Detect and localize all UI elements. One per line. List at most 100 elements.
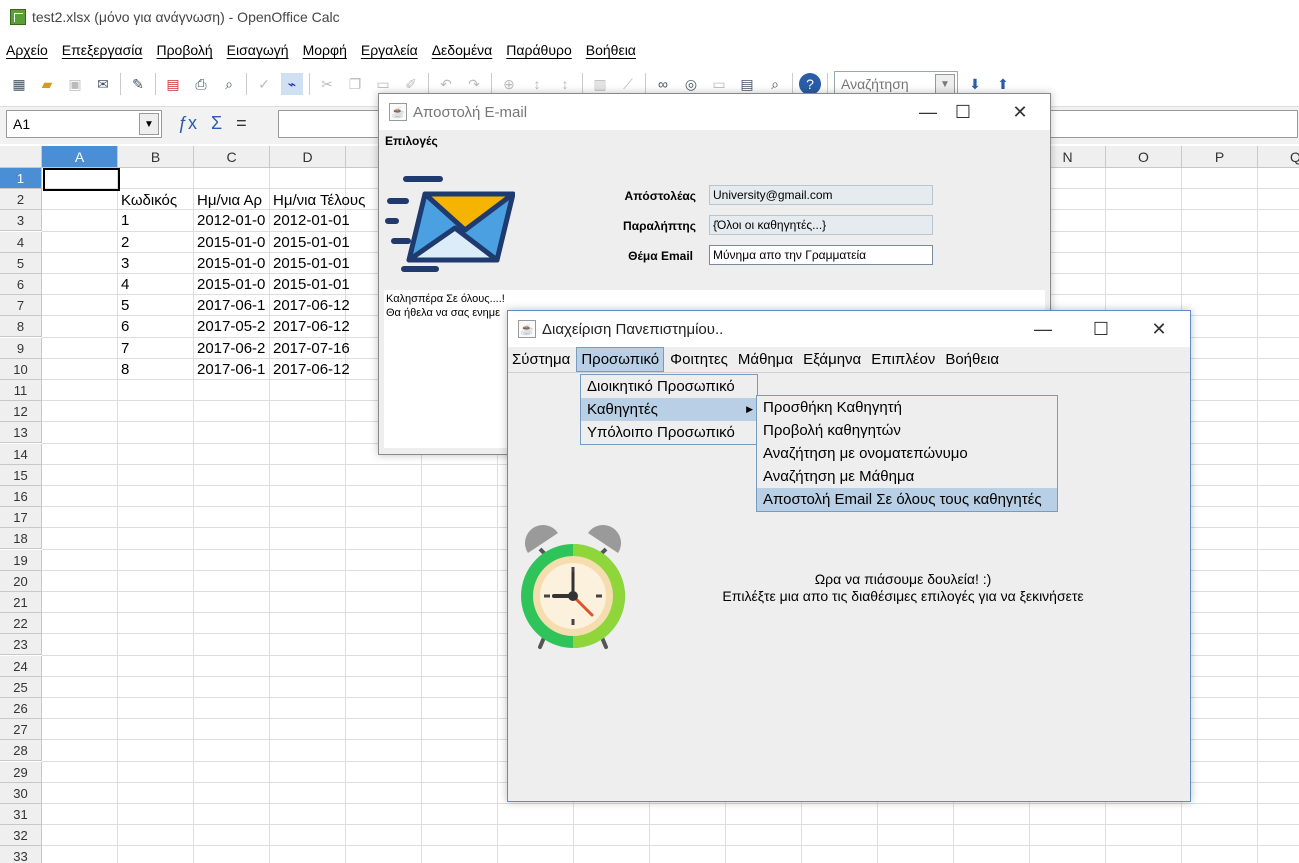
cell-c10[interactable]: 2017-06-1 bbox=[195, 359, 271, 380]
navigator-icon[interactable]: ◎ bbox=[680, 73, 702, 95]
cell-c2[interactable]: Ημ/νια Αρ bbox=[195, 190, 271, 211]
column-header[interactable]: A bbox=[42, 146, 118, 168]
cell-b9[interactable]: 7 bbox=[119, 338, 195, 359]
cell-b4[interactable]: 2 bbox=[119, 232, 195, 253]
menu-data[interactable]: Δεδομένα bbox=[432, 42, 493, 58]
mail-menu-options[interactable]: Επιλογές bbox=[385, 134, 438, 148]
row-header[interactable]: 32 bbox=[0, 825, 42, 847]
menu-course[interactable]: Μάθημα bbox=[734, 348, 797, 371]
column-header[interactable]: C bbox=[194, 146, 270, 168]
spellcheck-icon[interactable]: ✓ bbox=[253, 73, 275, 95]
menuitem-add-professor[interactable]: Προσθήκη Καθηγητή bbox=[757, 396, 1057, 419]
menu-help[interactable]: Βοήθεια bbox=[941, 348, 1003, 371]
column-header[interactable]: P bbox=[1182, 146, 1258, 168]
row-header[interactable]: 2 bbox=[0, 189, 42, 211]
cell-b10[interactable]: 8 bbox=[119, 359, 195, 380]
copy-icon[interactable]: ❐ bbox=[344, 73, 366, 95]
row-header[interactable]: 25 bbox=[0, 676, 42, 698]
print-icon[interactable]: ⎙ bbox=[190, 73, 212, 95]
menu-system[interactable]: Σύστημα bbox=[508, 348, 574, 371]
row-header[interactable]: 4 bbox=[0, 231, 42, 253]
row-header[interactable]: 33 bbox=[0, 846, 42, 863]
cell-c5[interactable]: 2015-01-0 bbox=[195, 253, 271, 274]
cell-d7[interactable]: 2017-06-12 bbox=[271, 295, 381, 316]
gallery-icon[interactable]: ▭ bbox=[708, 73, 730, 95]
cell-b3[interactable]: 1 bbox=[119, 210, 195, 231]
cell-d6[interactable]: 2015-01-01 bbox=[271, 274, 381, 295]
close-icon[interactable]: ✕ bbox=[991, 94, 1049, 130]
menu-extra[interactable]: Επιπλέον bbox=[867, 348, 939, 371]
row-header[interactable]: 10 bbox=[0, 358, 42, 380]
edit-file-icon[interactable]: ✎ bbox=[127, 73, 149, 95]
sum-icon[interactable]: Σ bbox=[211, 113, 222, 134]
maximize-icon[interactable]: ☐ bbox=[934, 94, 992, 130]
row-header[interactable]: 20 bbox=[0, 570, 42, 592]
cell-d8[interactable]: 2017-06-12 bbox=[271, 316, 381, 337]
open-folder-icon[interactable]: ▰ bbox=[36, 73, 58, 95]
redo-icon[interactable]: ↷ bbox=[463, 73, 485, 95]
row-header[interactable]: 31 bbox=[0, 804, 42, 825]
menu-help[interactable]: Βοήθεια bbox=[586, 42, 636, 58]
menuitem-email-all-professors[interactable]: Αποστολή Email Σε όλους τους καθηγητές bbox=[757, 488, 1057, 511]
menu-edit[interactable]: Επεξεργασία bbox=[62, 42, 143, 58]
menu-semesters[interactable]: Εξάμηνα bbox=[799, 348, 865, 371]
chevron-down-icon[interactable]: ▼ bbox=[139, 113, 159, 135]
menu-view[interactable]: Προβολή bbox=[156, 42, 212, 58]
row-header[interactable]: 29 bbox=[0, 761, 42, 783]
cell-c6[interactable]: 2015-01-0 bbox=[195, 274, 271, 295]
column-header[interactable]: O bbox=[1106, 146, 1182, 168]
menu-staff[interactable]: Προσωπικό bbox=[576, 347, 665, 372]
chart-icon[interactable]: ▥ bbox=[589, 73, 611, 95]
autospellcheck-icon[interactable]: ⌁ bbox=[281, 73, 303, 95]
row-header[interactable]: 14 bbox=[0, 443, 42, 465]
sort-ascending-icon[interactable]: ↕ bbox=[526, 73, 548, 95]
column-header[interactable]: B bbox=[118, 146, 194, 168]
undo-icon[interactable]: ↶ bbox=[435, 73, 457, 95]
corner-select-all[interactable] bbox=[0, 146, 42, 168]
cell-d10[interactable]: 2017-06-12 bbox=[271, 359, 381, 380]
format-paintbrush-icon[interactable]: ✐ bbox=[400, 73, 422, 95]
row-header[interactable]: 16 bbox=[0, 486, 42, 507]
menuitem-search-by-name[interactable]: Αναζήτηση με ονοματεπώνυμο bbox=[757, 442, 1057, 465]
cell-c3[interactable]: 2012-01-0 bbox=[195, 210, 271, 231]
row-header[interactable]: 12 bbox=[0, 401, 42, 423]
save-icon[interactable]: ▣ bbox=[64, 73, 86, 95]
cell-d3[interactable]: 2012-01-01 bbox=[271, 210, 381, 231]
menu-tools[interactable]: Εργαλεία bbox=[361, 42, 418, 58]
email-doc-icon[interactable]: ✉ bbox=[92, 73, 114, 95]
minimize-icon[interactable]: — bbox=[1014, 311, 1072, 347]
column-header[interactable]: Q bbox=[1258, 146, 1299, 168]
sender-field[interactable]: University@gmail.com bbox=[709, 185, 933, 205]
close-icon[interactable]: ✕ bbox=[1130, 311, 1188, 347]
row-header[interactable]: 6 bbox=[0, 274, 42, 295]
row-header[interactable]: 9 bbox=[0, 337, 42, 359]
cell-c7[interactable]: 2017-06-1 bbox=[195, 295, 271, 316]
cell-b2[interactable]: Κωδικός bbox=[119, 190, 195, 211]
hyperlink-icon[interactable]: ⊕ bbox=[498, 73, 520, 95]
help-icon[interactable]: ? bbox=[799, 73, 821, 95]
equals-icon[interactable]: = bbox=[236, 113, 247, 134]
new-doc-icon[interactable]: ▦ bbox=[8, 73, 30, 95]
row-header[interactable]: 30 bbox=[0, 782, 42, 804]
row-header[interactable]: 11 bbox=[0, 380, 42, 401]
menu-students[interactable]: Φοιτητες bbox=[666, 348, 732, 371]
row-header[interactable]: 17 bbox=[0, 507, 42, 529]
cell-b7[interactable]: 5 bbox=[119, 295, 195, 316]
row-header[interactable]: 23 bbox=[0, 634, 42, 656]
draw-icon[interactable]: ⟋ bbox=[617, 73, 639, 95]
menuitem-view-professors[interactable]: Προβολή καθηγητών bbox=[757, 419, 1057, 442]
cell-c9[interactable]: 2017-06-2 bbox=[195, 338, 271, 359]
chevron-down-icon[interactable]: ▼ bbox=[935, 74, 955, 94]
find-next-icon[interactable]: ⬇ bbox=[964, 73, 986, 95]
find-previous-icon[interactable]: ⬆ bbox=[992, 73, 1014, 95]
print-preview-icon[interactable]: ⌕ bbox=[218, 73, 240, 95]
row-header[interactable]: 7 bbox=[0, 295, 42, 317]
cell-c4[interactable]: 2015-01-0 bbox=[195, 232, 271, 253]
sort-descending-icon[interactable]: ↕ bbox=[554, 73, 576, 95]
row-header[interactable]: 3 bbox=[0, 210, 42, 232]
menuitem-professors[interactable]: Καθηγητές bbox=[581, 398, 757, 421]
search-input[interactable]: Αναζήτηση bbox=[841, 76, 909, 92]
menuitem-search-by-course[interactable]: Αναζήτηση με Μάθημα bbox=[757, 465, 1057, 488]
row-header[interactable]: 1 bbox=[0, 168, 42, 189]
row-header[interactable]: 21 bbox=[0, 592, 42, 613]
